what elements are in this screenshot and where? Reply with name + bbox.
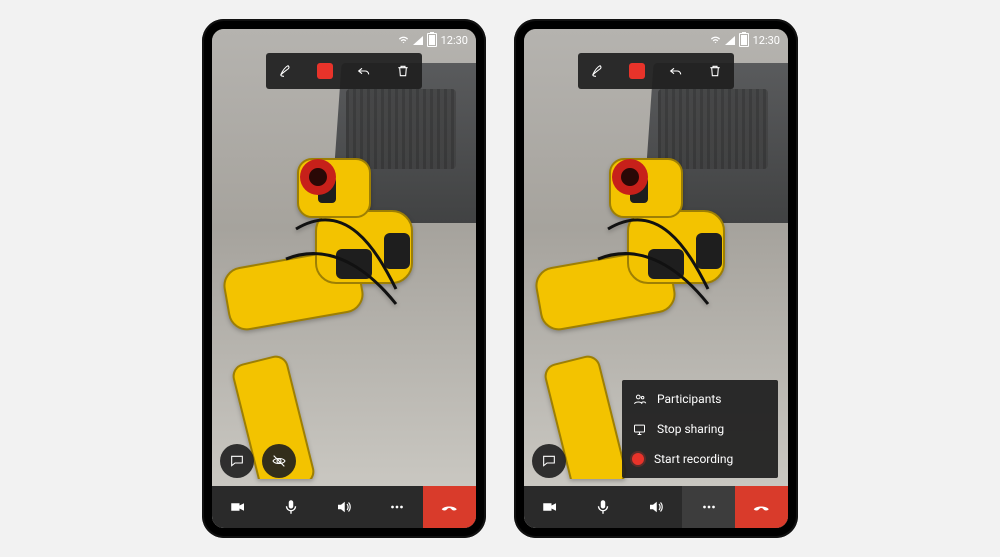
video-icon[interactable] [212, 486, 265, 528]
menu-item-participants[interactable]: Participants [622, 384, 778, 414]
menu-label: Participants [657, 392, 721, 406]
video-icon[interactable] [524, 486, 577, 528]
call-bottom-bar [524, 486, 788, 528]
mic-icon[interactable] [577, 486, 630, 528]
wifi-icon [710, 35, 721, 46]
more-menu: Participants Stop sharing Start recordin… [622, 380, 778, 478]
status-bar: 12:30 [524, 29, 788, 49]
speaker-icon[interactable] [318, 486, 371, 528]
pen-icon[interactable] [578, 53, 617, 89]
color-swatch-red[interactable] [617, 53, 656, 89]
chat-icon[interactable] [220, 444, 254, 478]
stop-sharing-icon [632, 422, 647, 437]
participants-icon [632, 392, 647, 407]
menu-label: Start recording [654, 452, 733, 466]
status-time: 12:30 [753, 34, 780, 47]
trash-icon[interactable] [383, 53, 422, 89]
more-icon[interactable] [370, 486, 423, 528]
mic-icon[interactable] [265, 486, 318, 528]
phone-frame-left: 12:30 [202, 19, 486, 538]
annotation-toolbar [266, 53, 422, 89]
mask-off-icon[interactable] [262, 444, 296, 478]
battery-icon [427, 33, 437, 47]
speaker-icon[interactable] [630, 486, 683, 528]
record-icon [632, 453, 644, 465]
end-call-icon[interactable] [735, 486, 788, 528]
color-swatch-red[interactable] [305, 53, 344, 89]
more-icon[interactable] [682, 486, 735, 528]
menu-item-stop-sharing[interactable]: Stop sharing [622, 414, 778, 444]
call-bottom-bar [212, 486, 476, 528]
phone-frame-right: 12:30 [514, 19, 798, 538]
status-time: 12:30 [441, 34, 468, 47]
trash-icon[interactable] [695, 53, 734, 89]
undo-icon[interactable] [344, 53, 383, 89]
chat-icon[interactable] [532, 444, 566, 478]
floating-buttons [220, 444, 296, 478]
pen-icon[interactable] [266, 53, 305, 89]
annotation-toolbar [578, 53, 734, 89]
signal-icon [725, 36, 735, 45]
screen-right: 12:30 [524, 29, 788, 528]
screen-left: 12:30 [212, 29, 476, 528]
menu-item-start-recording[interactable]: Start recording [622, 444, 778, 474]
end-call-icon[interactable] [423, 486, 476, 528]
wifi-icon [398, 35, 409, 46]
menu-label: Stop sharing [657, 422, 724, 436]
battery-icon [739, 33, 749, 47]
signal-icon [413, 36, 423, 45]
status-bar: 12:30 [212, 29, 476, 49]
canvas: 12:30 [0, 0, 1000, 557]
undo-icon[interactable] [656, 53, 695, 89]
